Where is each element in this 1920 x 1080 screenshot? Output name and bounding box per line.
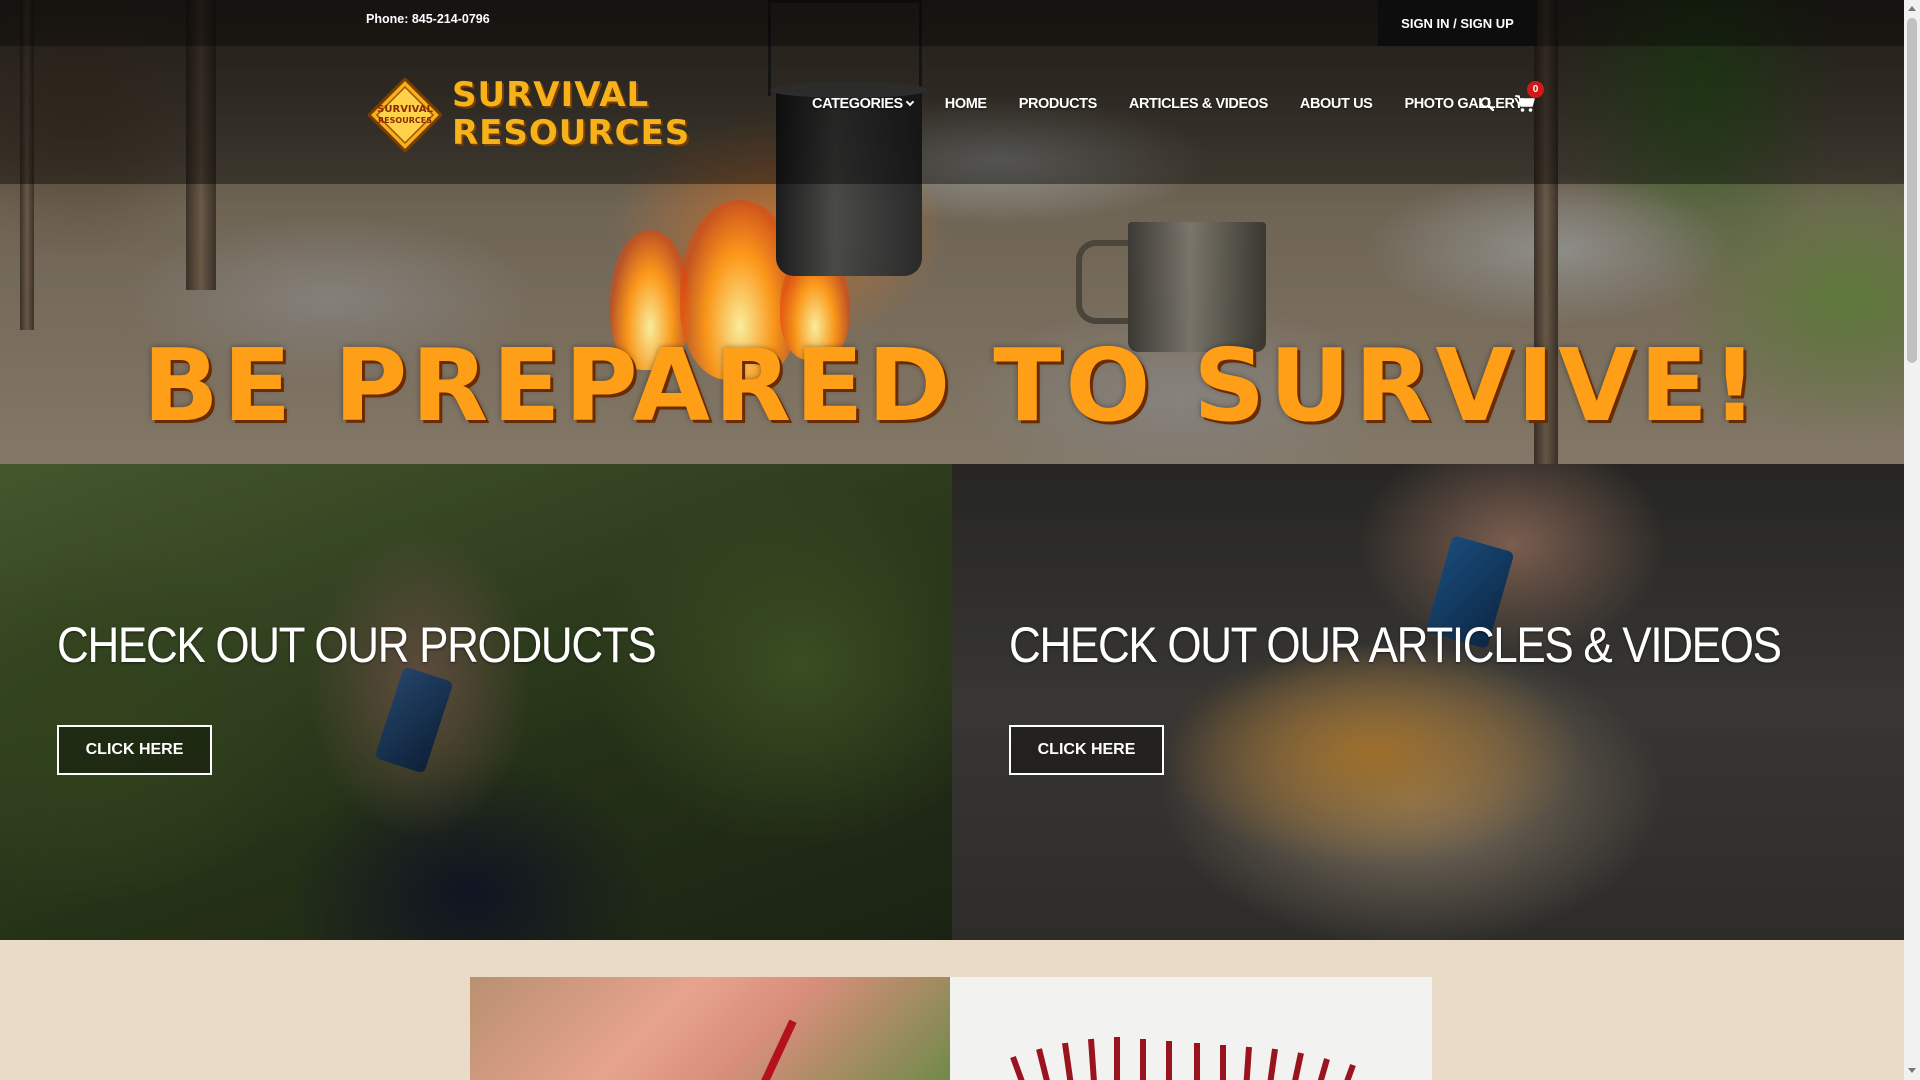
- nav-item-about-us[interactable]: ABOUT US: [1284, 96, 1389, 112]
- panel-overlay: [0, 464, 952, 940]
- promo-title: CHECK OUT OUR ARTICLES & VIDEOS: [1009, 617, 1782, 673]
- promo-articles-videos: CHECK OUT OUR ARTICLES & VIDEOS CLICK HE…: [952, 464, 1904, 940]
- logo-diamond-text-2: RESOURCES: [378, 116, 432, 125]
- phone-number: Phone: 845-214-0796: [366, 12, 490, 26]
- scrollbar-thumb[interactable]: [1907, 18, 1917, 363]
- scroll-up-arrow-icon[interactable]: [1908, 6, 1916, 11]
- logo-diamond-icon: SURVIVAL RESOURCES: [368, 78, 442, 152]
- nav-item-categories[interactable]: CATEGORIES: [812, 96, 929, 112]
- products-click-here-button[interactable]: CLICK HERE: [57, 725, 212, 775]
- signin-signup-button[interactable]: SIGN IN / SIGN UP: [1378, 0, 1537, 46]
- logo-wordmark: SURVIVAL RESOURCES: [452, 76, 690, 152]
- top-bar: Phone: 845-214-0796 SIGN IN / SIGN UP: [0, 0, 1904, 46]
- panel-overlay: [952, 464, 1904, 940]
- nav-item-articles-videos[interactable]: ARTICLES & VIDEOS: [1113, 96, 1284, 112]
- main-nav: CATEGORIES HOME PRODUCTS ARTICLES & VIDE…: [812, 96, 1539, 112]
- search-icon[interactable]: [1480, 97, 1494, 111]
- logo-diamond-text-1: SURVIVAL: [377, 104, 433, 115]
- pencil: [751, 1019, 797, 1080]
- promo-title: CHECK OUT OUR PRODUCTS: [57, 617, 657, 673]
- nav-label-categories: CATEGORIES: [812, 96, 903, 112]
- scroll-down-arrow-icon[interactable]: [1908, 1068, 1916, 1073]
- nav-item-products[interactable]: PRODUCTS: [1003, 96, 1113, 112]
- chevron-down-icon: [905, 97, 915, 107]
- hero-tagline: BE PREPARED TO SURVIVE!: [142, 327, 1762, 444]
- product-image-pencil-hand[interactable]: [470, 977, 950, 1080]
- logo-line-2: RESOURCES: [452, 113, 691, 153]
- site-header: [0, 46, 1904, 184]
- page-scrollbar[interactable]: [1904, 0, 1920, 1080]
- site-logo[interactable]: SURVIVAL RESOURCES SURVIVAL RESOURCES: [368, 74, 689, 156]
- cart-icon[interactable]: [1515, 95, 1535, 113]
- pencils-graphic: [1010, 1037, 1356, 1080]
- product-image-pencils[interactable]: [950, 977, 1432, 1080]
- articles-click-here-button[interactable]: CLICK HERE: [1009, 725, 1164, 775]
- promo-products: CHECK OUT OUR PRODUCTS CLICK HERE: [0, 464, 952, 940]
- nav-item-home[interactable]: HOME: [929, 96, 1003, 112]
- cart-count-badge: 0: [1527, 81, 1544, 98]
- logo-line-1: SURVIVAL: [452, 75, 650, 115]
